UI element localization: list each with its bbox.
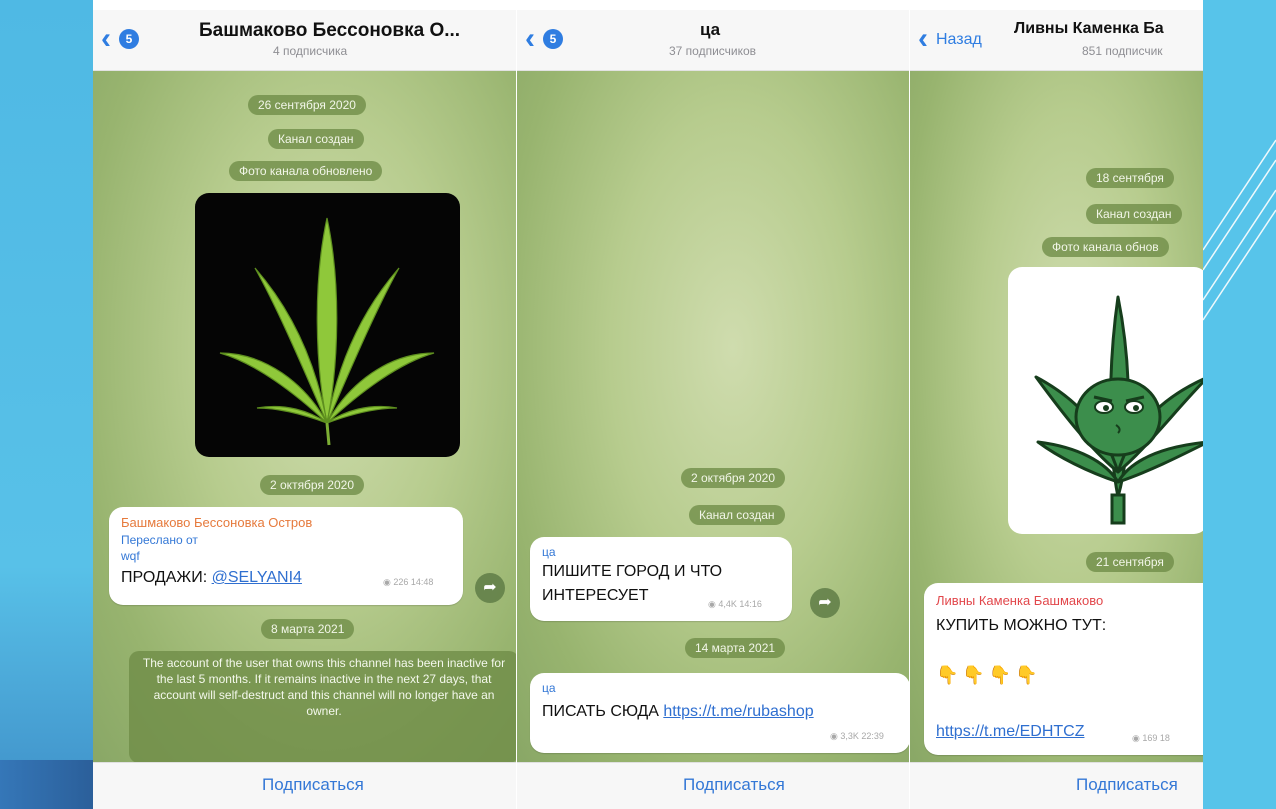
message-views-time: 4,4K 14:16 [718,599,762,609]
share-button[interactable]: ➦ [810,588,840,618]
subscriber-count: 37 подписчиков [669,44,757,58]
date-pill: 8 марта 2021 [261,619,355,639]
message-link[interactable]: @SELYANI4 [212,569,302,586]
service-message: Канал создан [689,505,785,525]
slide-background-left [0,0,93,809]
eye-icon: ◉ [383,577,394,587]
share-button[interactable]: ➦ [475,573,505,603]
message-sender[interactable]: ца [542,545,556,559]
back-button[interactable]: ‹ 5 [101,24,145,54]
pointing-down-emoji: 👇👇👇👇 [936,665,1042,685]
cannabis-leaf-image [219,217,435,446]
unread-badge: 5 [543,29,563,49]
eye-icon: ◉ [708,599,719,609]
message-text-prefix: ПРОДАЖИ: [121,569,212,586]
channel-photo[interactable] [195,193,460,457]
subscribe-bar: Подписаться [517,762,909,809]
message-bubble[interactable]: ца ПИШИТЕ ГОРОД И ЧТО ИНТЕРЕСУЕТ ◉ 4,4K … [530,537,792,621]
message-text-line2: ИНТЕРЕСУЕТ [542,587,649,604]
service-message: Фото канала обнов [1042,237,1169,257]
message-bubble[interactable]: ца ПИСАТЬ СЮДА https://t.me/rubashop ◉ 3… [530,673,909,753]
date-pill: 2 октября 2020 [681,468,785,488]
forwarded-label: Переслано от [121,533,198,547]
share-arrow-icon: ➦ [818,594,832,611]
eye-icon: ◉ [1132,733,1143,743]
cartoon-leaf-image [1034,295,1203,525]
message-text-line1: ПИШИТЕ ГОРОД И ЧТО [542,563,723,580]
message-meta: ◉ 3,3K 22:39 [830,731,884,742]
message-text: ПРОДАЖИ: @SELYANI4 [121,569,302,587]
message-sender[interactable]: Ливны Каменка Башмаково [936,593,1103,608]
chat-area[interactable]: 2 октября 2020 Канал создан ца ПИШИТЕ ГО… [517,71,909,763]
back-button[interactable]: ‹ Назад [918,24,1008,54]
back-button[interactable]: ‹ 5 [525,24,569,54]
date-pill: 26 сентября 2020 [248,95,366,115]
subscriber-count: 4 подписчика [273,44,348,58]
subscribe-bar: Подписаться [910,762,1203,809]
message-bubble[interactable]: Ливны Каменка Башмаково КУПИТЬ МОЖНО ТУТ… [924,583,1203,755]
message-views-time: 226 14:48 [393,577,434,587]
chevron-left-icon: ‹ [525,22,535,55]
channel-title[interactable]: Ливны Каменка Ба [1014,20,1164,38]
slide-background-bottom [0,760,93,809]
chevron-left-icon: ‹ [918,22,928,55]
subscribe-button[interactable]: Подписаться [683,775,785,795]
eye-icon: ◉ [830,731,841,741]
unread-badge: 5 [119,29,139,49]
date-pill: 21 сентября [1086,552,1174,572]
date-pill: 18 сентября [1086,168,1174,188]
chat-header: ‹ 5 ца 37 подписчиков [517,10,909,71]
channel-title[interactable]: ца [700,20,720,40]
message-text: КУПИТЬ МОЖНО ТУТ: [936,617,1107,634]
forwarded-from[interactable]: wqf [121,549,140,563]
date-pill: 14 марта 2021 [685,638,786,658]
channel-photo[interactable] [1008,267,1203,534]
message-views-time: 169 18 [1142,733,1170,743]
service-notice: The account of the user that owns this c… [129,651,516,763]
message-views-time: 3,3K 22:39 [840,731,884,741]
back-label: Назад [936,31,982,48]
message-link[interactable]: https://t.me/rubashop [663,703,813,720]
chat-area[interactable]: 26 сентября 2020 Канал создан Фото канал… [93,71,516,763]
screenshot-panel-1: ‹ 5 Башмаково Бессоновка О... 4 подписчи… [93,10,516,809]
screenshot-panel-3: ‹ Назад Ливны Каменка Ба 851 подписчик 1… [910,10,1203,809]
message-text: ПИСАТЬ СЮДА https://t.me/rubashop [542,703,814,721]
message-text-prefix: ПИСАТЬ СЮДА [542,703,664,720]
screenshot-panel-2: ‹ 5 ца 37 подписчиков 2 октября 2020 Кан… [517,10,909,809]
subscribe-button[interactable]: Подписаться [1076,775,1178,795]
chevron-left-icon: ‹ [101,22,111,55]
message-link[interactable]: https://t.me/EDHTCZ [936,723,1084,740]
message-link-line: https://t.me/EDHTCZ [936,723,1084,741]
chat-header: ‹ Назад Ливны Каменка Ба 851 подписчик [910,10,1203,71]
channel-title[interactable]: Башмаково Бессоновка О... [199,20,460,42]
message-sender[interactable]: Башмаково Бессоновка Остров [121,515,312,530]
share-arrow-icon: ➦ [483,579,497,596]
service-message: Канал создан [1086,204,1182,224]
message-bubble[interactable]: Башмаково Бессоновка Остров Переслано от… [109,507,463,605]
chat-area[interactable]: 18 сентября Канал создан Фото канала обн… [910,71,1203,763]
message-sender[interactable]: ца [542,681,556,695]
service-message: Канал создан [268,129,364,149]
service-message: Фото канала обновлено [229,161,383,181]
message-meta: ◉ 4,4K 14:16 [708,599,762,610]
date-pill: 2 октября 2020 [260,475,364,495]
subscribe-bar: Подписаться [93,762,516,809]
slide-background-right [1203,0,1276,809]
chat-header: ‹ 5 Башмаково Бессоновка О... 4 подписчи… [93,10,516,71]
subscriber-count: 851 подписчик [1082,44,1163,58]
message-meta: ◉ 169 18 [1132,733,1170,744]
decorative-lines [1203,139,1276,321]
subscribe-button[interactable]: Подписаться [262,775,364,795]
message-meta: ◉ 226 14:48 [383,577,433,588]
